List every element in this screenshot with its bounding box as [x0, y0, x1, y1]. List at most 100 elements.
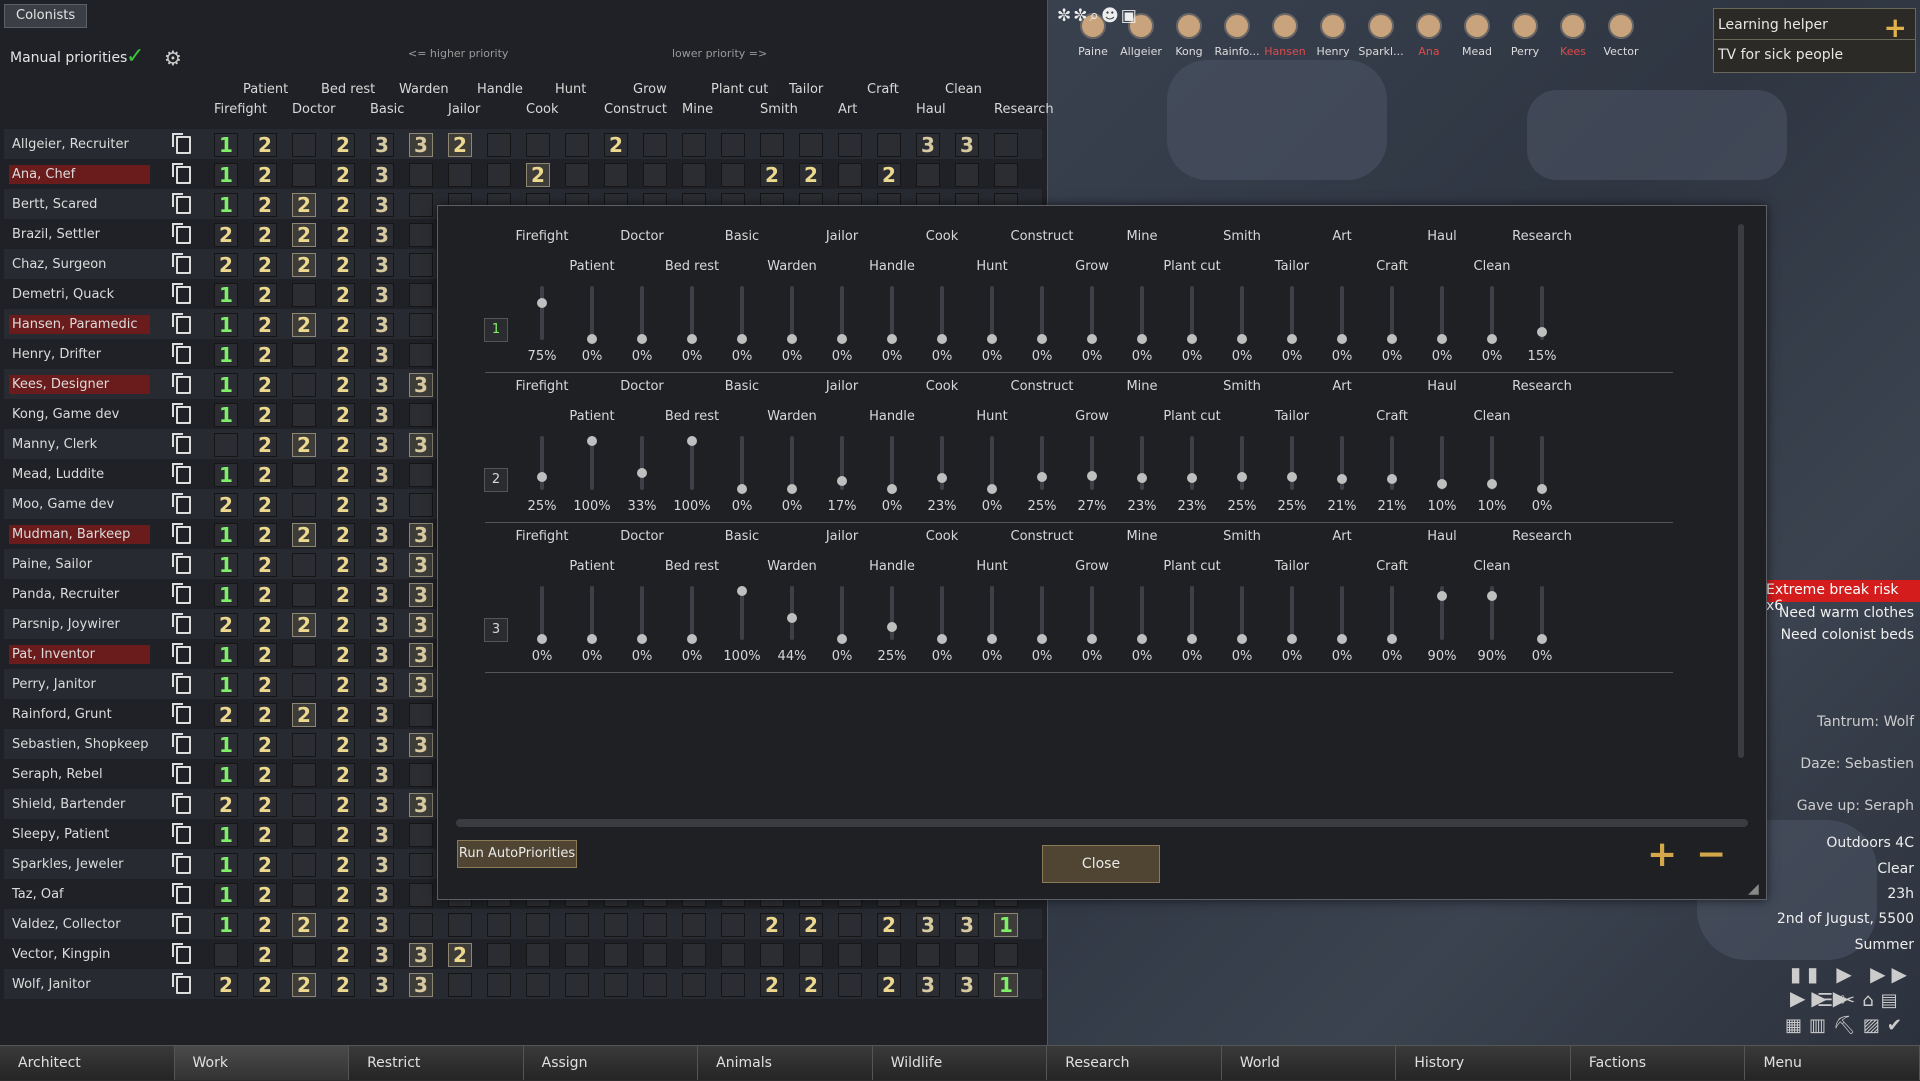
work-priority-cell[interactable]: 2 — [253, 553, 277, 577]
work-priority-cell[interactable]: 1 — [214, 313, 238, 337]
work-priority-cell[interactable]: 2 — [331, 133, 355, 157]
work-priority-cell[interactable] — [292, 943, 316, 967]
work-priority-cell[interactable]: 2 — [253, 793, 277, 817]
work-priority-cell[interactable]: 1 — [214, 403, 238, 427]
work-priority-cell[interactable]: 2 — [331, 223, 355, 247]
copy-icon[interactable] — [172, 313, 191, 334]
work-priority-cell[interactable]: 2 — [214, 613, 238, 637]
colonist-portrait[interactable]: Vector — [1598, 10, 1644, 60]
work-column-header[interactable]: Firefight — [214, 102, 267, 117]
slider-knob[interactable] — [1487, 590, 1497, 601]
work-priority-cell[interactable]: 3 — [370, 793, 394, 817]
work-priority-cell[interactable] — [487, 973, 511, 997]
work-priority-cell[interactable] — [526, 943, 550, 967]
colonist-name[interactable]: Rainford, Grunt — [9, 705, 150, 724]
work-priority-cell[interactable]: 2 — [253, 913, 277, 937]
colonist-name[interactable]: Allgeier, Recruiter — [9, 135, 150, 154]
priority-slider[interactable] — [787, 586, 797, 640]
work-column-header[interactable]: Art — [838, 102, 857, 117]
work-priority-cell[interactable] — [682, 163, 706, 187]
slider-knob[interactable] — [987, 334, 997, 344]
work-priority-cell[interactable]: 2 — [760, 973, 784, 997]
work-priority-cell[interactable]: 2 — [331, 403, 355, 427]
priority-slider[interactable] — [537, 286, 547, 340]
priority-slider[interactable] — [1087, 436, 1097, 490]
colonist-portrait[interactable]: Mead — [1454, 10, 1500, 60]
work-priority-cell[interactable]: 2 — [253, 883, 277, 907]
work-priority-cell[interactable]: 1 — [214, 553, 238, 577]
colonist-name[interactable]: Bertt, Scared — [9, 195, 150, 214]
work-priority-cell[interactable] — [916, 943, 940, 967]
work-priority-cell[interactable] — [292, 853, 316, 877]
work-priority-cell[interactable]: 2 — [292, 253, 316, 277]
work-priority-cell[interactable]: 2 — [253, 313, 277, 337]
work-priority-cell[interactable]: 3 — [370, 733, 394, 757]
work-priority-cell[interactable]: 3 — [370, 973, 394, 997]
work-priority-cell[interactable]: 2 — [253, 613, 277, 637]
priority-slider[interactable] — [587, 436, 597, 490]
work-priority-cell[interactable]: 3 — [370, 373, 394, 397]
priority-slider[interactable] — [1237, 586, 1247, 644]
priority-slider[interactable] — [537, 586, 547, 644]
work-priority-cell[interactable]: 2 — [331, 433, 355, 457]
work-priority-cell[interactable]: 3 — [955, 133, 979, 157]
toggle-icons-2[interactable]: ▦▥⛏▨✔ — [1785, 1015, 1909, 1036]
copy-icon[interactable] — [172, 703, 191, 724]
work-priority-cell[interactable]: 3 — [370, 553, 394, 577]
work-priority-cell[interactable] — [526, 133, 550, 157]
copy-icon[interactable] — [172, 373, 191, 394]
work-priority-cell[interactable] — [409, 193, 433, 217]
work-priority-cell[interactable] — [292, 673, 316, 697]
copy-icon[interactable] — [172, 823, 191, 844]
work-priority-cell[interactable]: 2 — [448, 133, 472, 157]
work-column-header[interactable]: Bed rest — [321, 82, 375, 97]
work-priority-cell[interactable]: 2 — [253, 943, 277, 967]
mental-break-tantrum[interactable]: Tantrum: Wolf — [1817, 714, 1914, 730]
priority-slider[interactable] — [737, 286, 747, 344]
work-column-header[interactable]: Patient — [243, 82, 288, 97]
colonist-name[interactable]: Panda, Recruiter — [9, 585, 150, 604]
work-priority-cell[interactable]: 3 — [370, 583, 394, 607]
work-priority-cell[interactable] — [682, 913, 706, 937]
horizontal-scrollbar[interactable] — [456, 819, 1748, 827]
priority-slider[interactable] — [1437, 586, 1447, 640]
work-priority-cell[interactable]: 1 — [214, 463, 238, 487]
work-priority-cell[interactable]: 3 — [409, 613, 433, 637]
work-priority-cell[interactable]: 2 — [331, 703, 355, 727]
work-priority-cell[interactable]: 3 — [370, 433, 394, 457]
work-priority-cell[interactable] — [877, 133, 901, 157]
slider-knob[interactable] — [1437, 334, 1447, 344]
slider-knob[interactable] — [1537, 326, 1547, 337]
work-priority-cell[interactable]: 1 — [214, 643, 238, 667]
work-priority-cell[interactable]: 1 — [214, 913, 238, 937]
work-priority-cell[interactable]: 2 — [214, 223, 238, 247]
work-priority-cell[interactable] — [955, 943, 979, 967]
colonist-portrait[interactable]: Kong — [1166, 10, 1212, 60]
work-priority-cell[interactable]: 1 — [214, 763, 238, 787]
work-priority-cell[interactable]: 2 — [331, 193, 355, 217]
work-priority-cell[interactable]: 2 — [253, 433, 277, 457]
work-priority-cell[interactable]: 3 — [409, 643, 433, 667]
work-priority-cell[interactable]: 2 — [292, 913, 316, 937]
slider-knob[interactable] — [737, 586, 747, 596]
work-priority-cell[interactable] — [292, 793, 316, 817]
slider-knob[interactable] — [887, 334, 897, 344]
work-priority-cell[interactable]: 2 — [253, 283, 277, 307]
work-priority-cell[interactable]: 2 — [253, 223, 277, 247]
slider-knob[interactable] — [1037, 334, 1047, 344]
work-priority-cell[interactable]: 2 — [331, 373, 355, 397]
slider-knob[interactable] — [787, 612, 797, 623]
work-priority-cell[interactable] — [292, 643, 316, 667]
copy-icon[interactable] — [172, 973, 191, 994]
slider-knob[interactable] — [687, 634, 697, 644]
priority-slider[interactable] — [787, 286, 797, 344]
checkmark-icon[interactable]: ✓ — [126, 44, 144, 69]
work-column-header[interactable]: Warden — [399, 82, 449, 97]
work-priority-cell[interactable] — [877, 943, 901, 967]
work-priority-cell[interactable] — [565, 973, 589, 997]
work-priority-cell[interactable]: 2 — [253, 373, 277, 397]
colonist-portrait[interactable]: Hansen — [1262, 10, 1308, 60]
work-priority-cell[interactable] — [994, 133, 1018, 157]
run-autopriorities-button[interactable]: Run AutoPriorities — [457, 840, 577, 868]
work-priority-cell[interactable]: 2 — [253, 673, 277, 697]
